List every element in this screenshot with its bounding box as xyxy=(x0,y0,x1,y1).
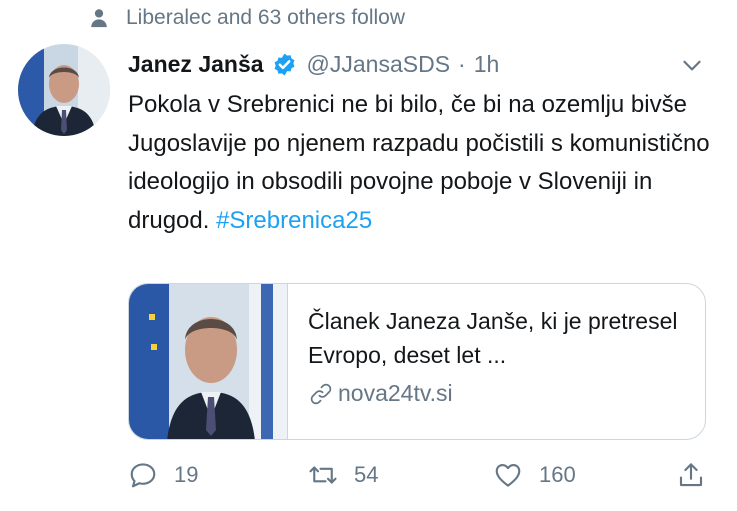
card-domain: nova24tv.si xyxy=(308,380,689,407)
like-count: 160 xyxy=(539,462,576,487)
author-name[interactable]: Janez Janša xyxy=(128,51,264,78)
tweet-timestamp[interactable]: 1h xyxy=(474,51,500,78)
reply-button[interactable]: 19 xyxy=(128,460,198,490)
avatar[interactable] xyxy=(18,44,110,136)
share-icon xyxy=(676,460,706,490)
tweet-body: Pokola v Srebrenici ne bi bilo, če bi na… xyxy=(128,86,718,240)
card-body: Članek Janeza Janše, ki je pretresel Evr… xyxy=(288,284,705,439)
social-context[interactable]: Liberalec and 63 others follow xyxy=(88,6,405,30)
social-context-text: Liberalec and 63 others follow xyxy=(126,6,406,29)
card-thumbnail xyxy=(129,284,288,439)
tweet-header: Janez Janša @JJansaSDS · 1h xyxy=(128,46,713,82)
author-handle[interactable]: @JJansaSDS xyxy=(307,51,451,78)
like-button[interactable]: 160 xyxy=(493,460,576,490)
card-title: Članek Janeza Janše, ki je pretresel Evr… xyxy=(308,308,678,368)
link-card[interactable]: Članek Janeza Janše, ki je pretresel Evr… xyxy=(128,283,706,440)
tweet-actions: 19 54 160 xyxy=(128,460,708,496)
chevron-down-icon[interactable] xyxy=(679,52,705,78)
retweet-icon xyxy=(308,460,338,490)
link-icon xyxy=(308,381,334,407)
person-icon xyxy=(88,7,110,29)
verified-badge-icon xyxy=(272,52,297,77)
heart-icon xyxy=(493,460,523,490)
hashtag-link[interactable]: #Srebrenica25 xyxy=(216,207,372,234)
separator-dot: · xyxy=(458,50,466,77)
card-domain-text: nova24tv.si xyxy=(338,380,453,406)
reply-count: 19 xyxy=(174,462,199,487)
retweet-count: 54 xyxy=(354,462,379,487)
share-button[interactable] xyxy=(676,460,722,490)
retweet-button[interactable]: 54 xyxy=(308,460,378,490)
reply-icon xyxy=(128,460,158,490)
